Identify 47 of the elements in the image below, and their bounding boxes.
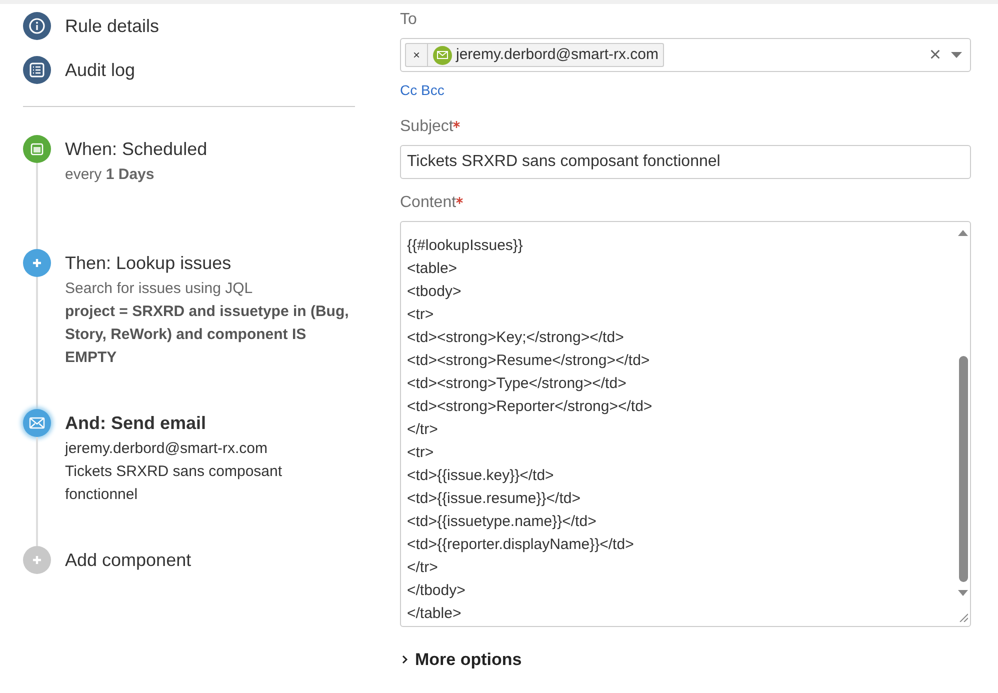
step-detail: project = SRXRD and issuetype in (Bug, Story, ReWork) and component IS EMPTY bbox=[65, 302, 350, 368]
scroll-up-icon[interactable] bbox=[958, 230, 968, 236]
code-line: <table> bbox=[407, 259, 458, 279]
subject-field[interactable]: Tickets SRXRD sans composant fonctionnel bbox=[400, 145, 971, 179]
code-line: <td><strong>Reporter</strong></td> bbox=[407, 397, 654, 417]
code-line: </tr> bbox=[407, 558, 439, 578]
code-line: </table> bbox=[407, 604, 462, 624]
envelope-icon bbox=[433, 46, 452, 64]
field-label: Content bbox=[400, 194, 456, 211]
content-field[interactable] bbox=[400, 221, 971, 627]
code-line: <td><strong>Resume</strong></td> bbox=[407, 351, 651, 371]
step-title[interactable]: When: Scheduled bbox=[65, 135, 350, 163]
recipient-field[interactable]: × jeremy.derbord@smart-rx.com × bbox=[400, 38, 971, 72]
code-line: <tr> bbox=[407, 305, 435, 325]
step-detail: Tickets SRXRD sans composant fonctionnel bbox=[65, 462, 284, 505]
step-detail: jeremy.derbord@smart-rx.com bbox=[65, 439, 268, 459]
code-line: <td>{{reporter.displayName}}</td> bbox=[407, 535, 635, 555]
field-label: To bbox=[400, 11, 417, 28]
clear-button[interactable]: × bbox=[923, 45, 947, 65]
code-line: <td><strong>Key;</strong></td> bbox=[407, 328, 625, 348]
step-title[interactable]: Then: Lookup issues bbox=[65, 249, 350, 277]
remove-button[interactable]: × bbox=[406, 44, 428, 66]
info-icon bbox=[23, 12, 51, 40]
code-line: <td>{{issue.resume}}</td> bbox=[407, 489, 582, 509]
field-label: Subject bbox=[400, 118, 454, 135]
resize-handle-icon[interactable] bbox=[958, 613, 968, 622]
code-line: </tr> bbox=[407, 420, 439, 440]
more-options-toggle[interactable]: More options bbox=[400, 647, 522, 672]
step-title[interactable]: And: Send email bbox=[65, 409, 350, 437]
caret-icon[interactable] bbox=[951, 52, 962, 58]
audit-log-link[interactable]: Audit log bbox=[65, 56, 136, 84]
code-line: <td>{{issue.key}}</td> bbox=[407, 466, 555, 486]
code-line: </tbody> bbox=[407, 581, 466, 601]
step-detail: every 1 Days bbox=[65, 165, 156, 185]
cc-bcc-link[interactable]: Cc Bcc bbox=[400, 80, 444, 101]
list-icon bbox=[23, 56, 51, 84]
code-line: <td><strong>Type</strong></td> bbox=[407, 374, 628, 394]
recipient-email: jeremy.derbord@smart-rx.com bbox=[456, 44, 660, 65]
rule-details-link[interactable]: Rule details bbox=[65, 12, 160, 40]
scrollbar-thumb[interactable] bbox=[958, 356, 968, 582]
step-detail: Search for issues using JQL bbox=[65, 279, 254, 299]
code-line: <tbody> bbox=[407, 282, 462, 302]
add-component-link[interactable]: Add component bbox=[65, 546, 350, 574]
scroll-down-icon[interactable] bbox=[958, 590, 968, 596]
code-line: <td>{{issuetype.name}}</td> bbox=[407, 512, 598, 532]
code-line: <tr> bbox=[407, 443, 435, 463]
code-line: {{#lookupIssues}} bbox=[407, 236, 524, 256]
